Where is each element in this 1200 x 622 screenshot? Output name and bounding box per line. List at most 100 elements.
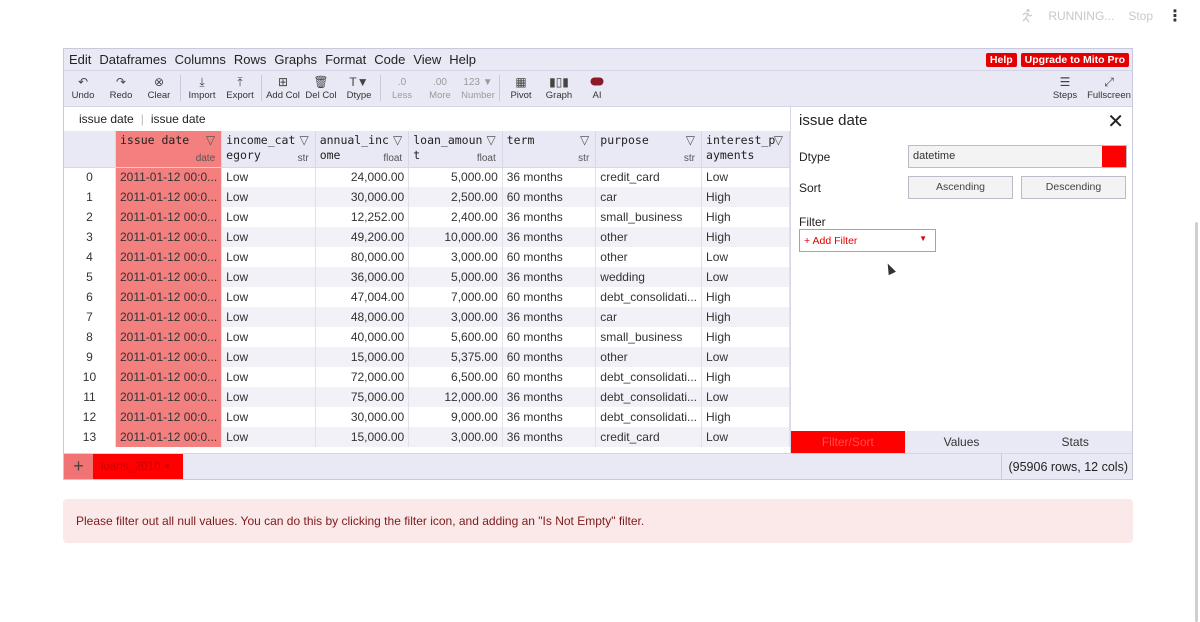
graph-button[interactable]: ▮▯▮ Graph xyxy=(540,75,578,101)
table-cell[interactable]: 36,000.00 xyxy=(315,267,410,287)
table-cell[interactable]: 36 months xyxy=(502,267,597,287)
table-cell[interactable]: 36 months xyxy=(502,307,597,327)
table-cell[interactable]: 9,000.00 xyxy=(408,407,503,427)
menu-help[interactable]: Help xyxy=(449,52,476,67)
table-cell[interactable]: 3,000.00 xyxy=(408,427,503,447)
filter-icon[interactable]: ▽ xyxy=(774,133,783,147)
table-cell[interactable]: High xyxy=(701,287,790,307)
table-cell[interactable]: car xyxy=(595,187,703,207)
more-decimals-button[interactable]: .00 More xyxy=(421,75,459,101)
menu-dataframes[interactable]: Dataframes xyxy=(99,52,166,67)
sort-ascending-button[interactable]: Ascending xyxy=(908,176,1013,199)
table-cell[interactable]: 36 months xyxy=(502,207,597,227)
table-cell[interactable]: 60 months xyxy=(502,347,597,367)
table-cell[interactable]: 3,000.00 xyxy=(408,247,503,267)
table-cell[interactable]: 5,600.00 xyxy=(408,327,503,347)
table-cell[interactable]: 6,500.00 xyxy=(408,367,503,387)
table-cell[interactable]: 30,000.00 xyxy=(315,187,410,207)
table-cell[interactable]: Low xyxy=(221,327,316,347)
table-cell[interactable]: 36 months xyxy=(502,407,597,427)
table-cell[interactable]: 60 months xyxy=(502,187,597,207)
column-header[interactable]: term ▽ str xyxy=(502,131,597,168)
table-cell[interactable]: debt_consolidati... xyxy=(595,287,703,307)
table-cell[interactable]: 72,000.00 xyxy=(315,367,410,387)
formula-bar-value[interactable]: issue date xyxy=(151,112,206,126)
table-cell[interactable]: car xyxy=(595,307,703,327)
table-cell[interactable]: High xyxy=(701,327,790,347)
table-cell[interactable]: Low xyxy=(221,187,316,207)
table-cell[interactable]: 10,000.00 xyxy=(408,227,503,247)
add-filter-button[interactable]: + Add Filter ▼ xyxy=(799,229,936,252)
dtype-select[interactable]: datetime xyxy=(908,145,1127,168)
column-header[interactable]: interest_payments ▽ xyxy=(701,131,790,168)
filter-icon[interactable]: ▽ xyxy=(299,133,308,147)
table-cell[interactable]: other xyxy=(595,247,703,267)
help-button[interactable]: Help xyxy=(985,52,1017,67)
table-cell[interactable]: 48,000.00 xyxy=(315,307,410,327)
menu-view[interactable]: View xyxy=(413,52,441,67)
table-cell[interactable]: 2,500.00 xyxy=(408,187,503,207)
table-cell[interactable]: Low xyxy=(221,367,316,387)
filter-icon[interactable]: ▽ xyxy=(206,133,215,147)
delete-column-button[interactable]: 🗑 Del Col xyxy=(302,75,340,101)
table-cell[interactable]: 7,000.00 xyxy=(408,287,503,307)
table-cell[interactable]: 75,000.00 xyxy=(315,387,410,407)
table-cell[interactable]: 2011-01-12 00:0... xyxy=(115,327,223,347)
table-cell[interactable]: 36 months xyxy=(502,387,597,407)
table-cell[interactable]: Low xyxy=(701,387,790,407)
table-cell[interactable]: Low xyxy=(221,407,316,427)
table-cell[interactable]: Low xyxy=(221,267,316,287)
table-cell[interactable]: 49,200.00 xyxy=(315,227,410,247)
clear-button[interactable]: ⊗ Clear xyxy=(140,75,178,101)
table-cell[interactable]: Low xyxy=(221,347,316,367)
table-cell[interactable]: 5,000.00 xyxy=(408,167,503,187)
table-cell[interactable]: debt_consolidati... xyxy=(595,387,703,407)
pivot-button[interactable]: ▦ Pivot xyxy=(502,75,540,101)
upgrade-button[interactable]: Upgrade to Mito Pro xyxy=(1020,52,1129,67)
table-cell[interactable]: Low xyxy=(221,247,316,267)
table-cell[interactable]: High xyxy=(701,227,790,247)
fullscreen-button[interactable]: ⤢ Fullscreen xyxy=(1086,75,1132,101)
table-cell[interactable]: 2011-01-12 00:0... xyxy=(115,167,223,187)
table-cell[interactable]: Low xyxy=(221,207,316,227)
table-cell[interactable]: 60 months xyxy=(502,367,597,387)
add-column-button[interactable]: ⊞ Add Col xyxy=(264,75,302,101)
table-cell[interactable]: High xyxy=(701,207,790,227)
table-cell[interactable]: credit_card xyxy=(595,167,703,187)
tab-stats[interactable]: Stats xyxy=(1018,431,1133,453)
table-cell[interactable]: 2011-01-12 00:0... xyxy=(115,427,223,447)
table-cell[interactable]: 5,375.00 xyxy=(408,347,503,367)
table-cell[interactable]: 2011-01-12 00:0... xyxy=(115,387,223,407)
number-format-button[interactable]: 123 ▼ Number xyxy=(459,75,497,101)
table-cell[interactable]: 2011-01-12 00:0... xyxy=(115,367,223,387)
menu-code[interactable]: Code xyxy=(374,52,405,67)
table-cell[interactable]: debt_consolidati... xyxy=(595,407,703,427)
table-cell[interactable]: Low xyxy=(701,347,790,367)
table-cell[interactable]: 3,000.00 xyxy=(408,307,503,327)
table-cell[interactable]: Low xyxy=(701,167,790,187)
table-cell[interactable]: 60 months xyxy=(502,327,597,347)
undo-button[interactable]: ↶ Undo xyxy=(64,75,102,101)
menu-rows[interactable]: Rows xyxy=(234,52,267,67)
table-cell[interactable]: 47,004.00 xyxy=(315,287,410,307)
formula-bar[interactable]: issue date | issue date xyxy=(64,107,790,131)
table-cell[interactable]: 12,252.00 xyxy=(315,207,410,227)
table-cell[interactable]: 2011-01-12 00:0... xyxy=(115,347,223,367)
table-cell[interactable]: 15,000.00 xyxy=(315,347,410,367)
table-cell[interactable]: Low xyxy=(221,227,316,247)
table-cell[interactable]: 80,000.00 xyxy=(315,247,410,267)
table-cell[interactable]: 2011-01-12 00:0... xyxy=(115,407,223,427)
column-header[interactable]: income_category ▽ str xyxy=(221,131,316,168)
table-cell[interactable]: High xyxy=(701,187,790,207)
filter-icon[interactable]: ▽ xyxy=(393,133,402,147)
table-cell[interactable]: 36 months xyxy=(502,167,597,187)
export-button[interactable]: ⤒ Export xyxy=(221,75,259,101)
table-cell[interactable]: High xyxy=(701,367,790,387)
import-button[interactable]: ⤓ Import xyxy=(183,75,221,101)
close-icon[interactable]: ✕ xyxy=(1107,109,1124,134)
table-cell[interactable]: 30,000.00 xyxy=(315,407,410,427)
page-scrollbar[interactable] xyxy=(1195,222,1198,622)
table-cell[interactable]: High xyxy=(701,307,790,327)
table-cell[interactable]: 2,400.00 xyxy=(408,207,503,227)
table-cell[interactable]: Low xyxy=(221,387,316,407)
